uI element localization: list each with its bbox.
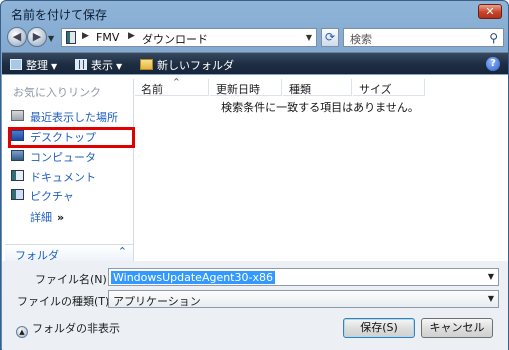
chevron-down-icon: ▼: [51, 62, 58, 71]
views-label: 表示: [91, 59, 113, 72]
column-header-label: 更新日時: [216, 83, 260, 96]
organize-label: 整理: [26, 59, 48, 72]
new-folder-icon: [140, 59, 153, 70]
recent-pages-dropdown-icon[interactable]: ▼: [48, 34, 54, 43]
close-button[interactable]: ✕: [478, 4, 502, 19]
back-button[interactable]: ◀: [7, 27, 27, 47]
chevron-down-icon[interactable]: ▼: [488, 272, 494, 281]
breadcrumb-separator-icon[interactable]: ▶: [128, 31, 135, 41]
filetype-label: ファイルの種類(T):: [17, 295, 114, 308]
filename-value: WindowsUpdateAgent30-x86: [111, 271, 275, 284]
hide-folders-toggle[interactable]: ▲ フォルダの非表示: [16, 320, 120, 338]
breadcrumb-fmv[interactable]: FMV: [96, 31, 119, 44]
filename-label: ファイル名(N):: [35, 273, 111, 286]
computer-icon: [11, 150, 24, 161]
address-bar[interactable]: ▶ FMV ▶ ダウンロード ▼: [61, 28, 317, 47]
more-label: 詳細: [30, 211, 52, 224]
sidebar-item-recent-places[interactable]: 最近表示した場所: [11, 107, 129, 125]
search-icon[interactable]: ⚲: [489, 31, 498, 45]
documents-icon: [11, 170, 24, 181]
forward-button[interactable]: ▶: [27, 27, 47, 47]
title-bar: 名前を付けて保存 ✕: [1, 1, 508, 25]
organize-menu[interactable]: 整理 ▼: [10, 57, 57, 73]
folder-icon: [66, 31, 76, 44]
window-title: 名前を付けて保存: [11, 8, 108, 22]
column-header-name[interactable]: 名前 ^: [135, 77, 209, 96]
help-icon[interactable]: ?: [486, 57, 500, 71]
address-dropdown-icon[interactable]: ▼: [306, 33, 312, 42]
chevron-up-icon: ▲: [16, 326, 28, 338]
new-folder-label: 新しいフォルダ: [157, 59, 234, 72]
sidebar-item-pictures[interactable]: ピクチャ: [11, 186, 129, 204]
breadcrumb-downloads[interactable]: ダウンロード: [142, 31, 208, 47]
filetype-select[interactable]: アプリケーション ▼: [108, 290, 499, 308]
sidebar-item-label: コンピュータ: [30, 151, 96, 164]
favorite-links-header: お気に入りリンク: [13, 86, 101, 99]
sidebar-item-label: 最近表示した場所: [30, 111, 118, 124]
search-placeholder: 検索: [350, 33, 372, 46]
hide-folders-label: フォルダの非表示: [32, 322, 120, 335]
filetype-value: アプリケーション: [113, 295, 201, 308]
sidebar-item-label: ピクチャ: [30, 190, 74, 203]
column-header-type[interactable]: 種類: [283, 79, 352, 96]
column-header-label: サイズ: [359, 83, 392, 96]
sidebar-item-documents[interactable]: ドキュメント: [11, 167, 129, 185]
chevron-down-icon: ▼: [116, 62, 123, 71]
views-menu[interactable]: 表示 ▼: [75, 57, 122, 73]
refresh-button[interactable]: ⟳: [321, 28, 339, 47]
chevron-up-icon: ⌃: [117, 245, 127, 258]
save-form: ファイル名(N): WindowsUpdateAgent30-x86 ▼ ファイ…: [2, 261, 508, 350]
filename-input[interactable]: WindowsUpdateAgent30-x86 ▼: [108, 268, 499, 286]
column-header-modified[interactable]: 更新日時: [210, 79, 282, 96]
more-links-button[interactable]: 詳細 »: [30, 209, 64, 225]
cancel-button[interactable]: キャンセル: [421, 318, 493, 338]
organize-icon: [10, 59, 22, 70]
command-toolbar: 整理 ▼ 表示 ▼ 新しいフォルダ ?: [2, 52, 508, 74]
sidebar-item-computer[interactable]: コンピュータ: [11, 147, 129, 165]
new-folder-button[interactable]: 新しいフォルダ: [140, 57, 234, 73]
content-area: お気に入りリンク 最近表示した場所 デスクトップ コンピュータ ドキュメント ピ…: [2, 75, 508, 262]
chevron-down-icon[interactable]: ▼: [488, 294, 494, 303]
folders-toggle[interactable]: フォルダ ⌃: [5, 244, 133, 262]
navigation-bar: ◀ ▶ ▼ ▶ FMV ▶ ダウンロード ▼ ⟳ 検索 ⚲: [5, 27, 504, 49]
column-header-label: 種類: [289, 83, 311, 96]
desktop-highlight-annotation: [8, 127, 135, 148]
file-list[interactable]: 名前 ^ 更新日時 種類 サイズ 検索条件に一致する項目はありません。: [135, 77, 505, 261]
sort-ascending-icon: ^: [173, 77, 180, 86]
recent-places-icon: [11, 110, 24, 121]
pictures-icon: [11, 189, 24, 200]
search-input[interactable]: 検索 ⚲: [343, 28, 504, 47]
column-header-size[interactable]: サイズ: [353, 79, 425, 96]
save-as-dialog: 名前を付けて保存 ✕ ◀ ▶ ▼ ▶ FMV ▶ ダウンロード ▼ ⟳ 検索 ⚲…: [0, 0, 509, 350]
breadcrumb-separator-icon[interactable]: ▶: [82, 31, 89, 41]
double-chevron-right-icon: »: [57, 211, 65, 224]
column-header-label: 名前: [141, 83, 163, 96]
navigation-pane: お気に入りリンク 最近表示した場所 デスクトップ コンピュータ ドキュメント ピ…: [5, 79, 135, 262]
sidebar-item-label: ドキュメント: [30, 171, 96, 184]
views-icon: [75, 59, 87, 70]
save-button[interactable]: 保存(S): [343, 318, 415, 338]
empty-results-message: 検索条件に一致する項目はありません。: [221, 101, 419, 114]
